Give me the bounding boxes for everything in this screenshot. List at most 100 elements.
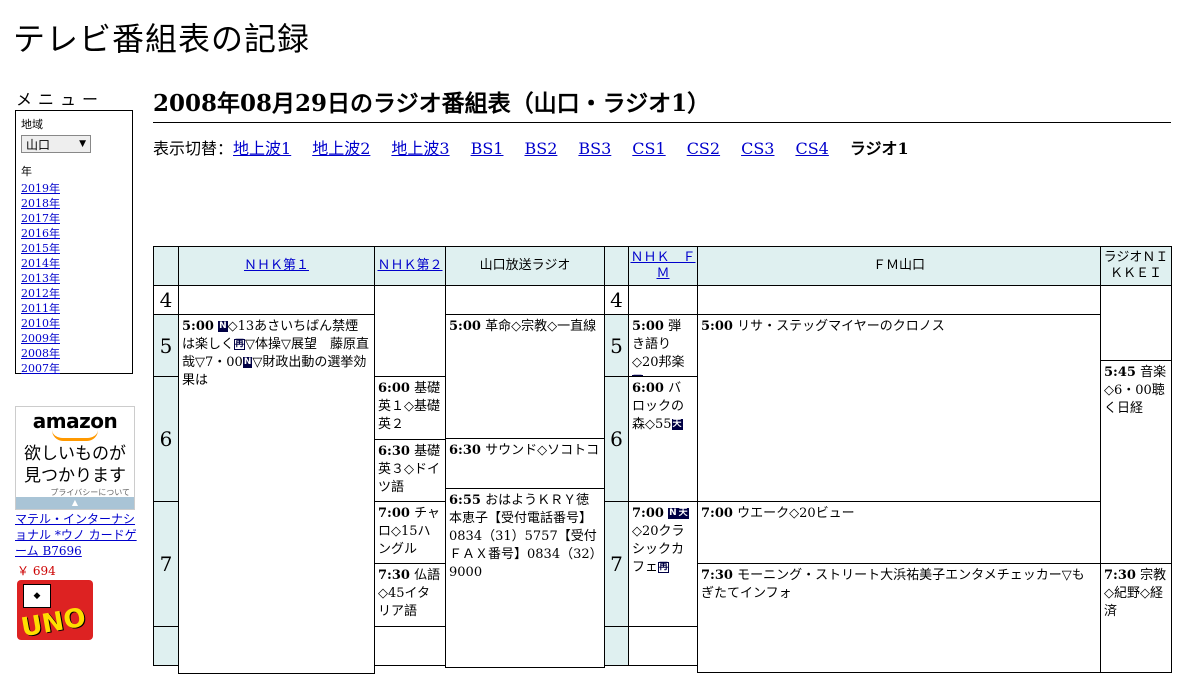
- year-link-2015[interactable]: 2015年: [21, 242, 60, 255]
- station-header-fmy: ＦＭ山口: [697, 246, 1101, 286]
- year-link-2013[interactable]: 2013年: [21, 272, 60, 285]
- program-time: 5:00: [449, 319, 481, 334]
- switch-link-terrestrial3[interactable]: 地上波3: [391, 139, 449, 158]
- program-cell[interactable]: 5:00 革命◇宗教◇一直線: [445, 314, 605, 439]
- ad-collapse-bar[interactable]: ▲: [16, 497, 134, 509]
- program-time: 5:00: [632, 319, 664, 334]
- menu-box: 地域 山口 ▼ 年 2019年 2018年 2017年 2016年 2015年 …: [15, 110, 133, 376]
- program-cell[interactable]: 6:00 基礎英１◇基礎英２: [374, 376, 446, 440]
- stereo-icon: 天: [671, 419, 683, 430]
- program-cell[interactable]: 6:55 おはようＫＲＹ徳本恵子【受付電話番号】0834（31）5757【受付Ｆ…: [445, 488, 605, 668]
- uno-logo: UNO: [18, 602, 89, 640]
- page-heading: 2008年08月29日のラジオ番組表（山口・ラジオ1）: [153, 84, 1171, 123]
- amazon-ad-banner[interactable]: amazon 欲しいものが 見つかります プライバシーについて ▲: [15, 406, 135, 510]
- switch-current: ラジオ1: [849, 139, 909, 158]
- switch-link-terrestrial2[interactable]: 地上波2: [312, 139, 370, 158]
- station-link-nhkfm[interactable]: ＮＨＫ ＦＭ: [629, 250, 697, 282]
- hour-label: 4: [604, 285, 629, 315]
- program-time: 5:00: [182, 319, 214, 334]
- program-time: 6:30: [449, 443, 481, 458]
- year-link-2016[interactable]: 2016年: [21, 227, 60, 240]
- program-cell[interactable]: 7:00 N 天◇20クラシックカフェ再: [628, 501, 698, 627]
- ad-tagline-1: 欲しいものが: [24, 444, 126, 464]
- program-title: モーニング・ストリート大浜祐美子エンタメチェッカー▽もぎたてインフォ: [701, 568, 1085, 601]
- hour-label: 4: [153, 285, 179, 315]
- year-link-2012[interactable]: 2012年: [21, 287, 60, 300]
- station-link-nhk2[interactable]: ＮＨＫ第２: [377, 258, 442, 274]
- program-cell[interactable]: 5:00 弾き語り◇20邦楽再: [628, 314, 698, 377]
- year-link-2017[interactable]: 2017年: [21, 212, 60, 225]
- year-link-2018[interactable]: 2018年: [21, 197, 60, 210]
- region-select[interactable]: 山口 ▼: [21, 135, 91, 153]
- schedule-grid: ＮＨＫ第１ ＮＨＫ第２ 山口放送ラジオ ＮＨＫ ＦＭ ＦＭ山口 ラジオＮＩＫＫＥ…: [153, 246, 1172, 674]
- product-image[interactable]: ◆ UNO: [17, 580, 93, 640]
- stereo-icon: 天: [677, 508, 689, 519]
- hour-label: [153, 626, 179, 666]
- switcher-label: 表示切替：: [153, 139, 234, 158]
- product-title: マテル・インターナショナル *ウノ カードゲーム B7696: [15, 512, 137, 558]
- year-link-2014[interactable]: 2014年: [21, 257, 60, 270]
- news-icon: N: [668, 508, 678, 519]
- chevron-down-icon: ▼: [79, 139, 86, 149]
- program-cell[interactable]: 5:45 音楽◇6・00聴く日経: [1100, 360, 1172, 564]
- program-cell[interactable]: 5:00 リサ・ステッグマイヤーのクロノス: [697, 314, 1101, 502]
- station-header-nikkei: ラジオＮＩＫＫＥＩ: [1100, 246, 1172, 286]
- program-time: 6:30: [378, 444, 410, 459]
- product-price: ￥ 694: [17, 564, 56, 578]
- program-cell[interactable]: 7:30 宗教◇紀野◇経済: [1100, 563, 1172, 673]
- program-cell[interactable]: 5:00 N◇13あさいちばん禁煙は楽しく再▽体操▽展望 藤原直哉▽7・00N▽…: [178, 314, 375, 674]
- switch-link-bs1[interactable]: BS1: [471, 139, 504, 158]
- program-cell[interactable]: 7:00 ウエーク◇20ビュー: [697, 501, 1101, 564]
- station-header-nhkfm: ＮＨＫ ＦＭ: [628, 246, 698, 286]
- chevron-up-icon: ▲: [71, 498, 79, 507]
- product-link[interactable]: マテル・インターナショナル *ウノ カードゲーム B7696: [15, 511, 139, 559]
- rebroadcast-icon: 再: [658, 562, 670, 573]
- switch-link-cs3[interactable]: CS3: [741, 139, 774, 158]
- program-empty: [374, 285, 446, 377]
- switch-link-terrestrial1[interactable]: 地上波1: [233, 139, 291, 158]
- program-cell[interactable]: 6:30 基礎英３◇ドイツ語: [374, 439, 446, 502]
- station-link-nhk1[interactable]: ＮＨＫ第１: [244, 258, 309, 274]
- year-link-2019[interactable]: 2019年: [21, 182, 60, 195]
- switch-link-cs4[interactable]: CS4: [795, 139, 828, 158]
- program-empty: [445, 285, 605, 315]
- station-header-kry: 山口放送ラジオ: [445, 246, 605, 286]
- program-cell[interactable]: 7:00 チャロ◇15ハングル: [374, 501, 446, 564]
- program-time: 7:30: [701, 568, 733, 583]
- program-time: 7:30: [1104, 568, 1136, 583]
- station-header-nhk2: ＮＨＫ第２: [374, 246, 446, 286]
- switch-link-bs3[interactable]: BS3: [578, 139, 611, 158]
- program-time: 5:45: [1104, 365, 1136, 380]
- program-empty: [628, 285, 698, 315]
- hour-header-mid: [604, 246, 629, 286]
- program-title: 革命◇宗教◇一直線: [485, 319, 597, 334]
- menu-title: メニュー: [16, 90, 105, 109]
- switch-link-cs2[interactable]: CS2: [687, 139, 720, 158]
- hour-label: 6: [153, 376, 179, 502]
- region-select-value: 山口: [26, 137, 51, 152]
- program-empty: [697, 285, 1101, 315]
- program-cell[interactable]: 7:30 モーニング・ストリート大浜祐美子エンタメチェッカー▽もぎたてインフォ: [697, 563, 1101, 673]
- amazon-logo: amazon: [32, 409, 118, 433]
- year-link-2011[interactable]: 2011年: [21, 302, 60, 315]
- switch-link-cs1[interactable]: CS1: [632, 139, 665, 158]
- program-cell[interactable]: 6:30 サウンド◇ソコトコ: [445, 438, 605, 489]
- mattel-logo-icon: ◆: [23, 584, 51, 608]
- year-list: 2019年 2018年 2017年 2016年 2015年 2014年 2013…: [21, 181, 127, 376]
- hour-label: 5: [153, 314, 179, 377]
- ad-tagline-2: 見つかります: [24, 466, 126, 486]
- program-cell[interactable]: 7:30 仏語◇45イタリア語: [374, 563, 446, 627]
- program-cell[interactable]: 6:00 バロックの森◇55天: [628, 376, 698, 502]
- year-link-2008[interactable]: 2008年: [21, 347, 60, 360]
- switch-link-bs2[interactable]: BS2: [524, 139, 557, 158]
- channel-switcher: 表示切替：地上波1 地上波2 地上波3 BS1 BS2 BS3 CS1 CS2 CS3 CS4 ラジ…: [153, 135, 909, 159]
- year-link-2007[interactable]: 2007年: [21, 362, 60, 375]
- year-link-2009[interactable]: 2009年: [21, 332, 60, 345]
- station-header-nhk1: ＮＨＫ第１: [178, 246, 375, 286]
- program-empty: [178, 285, 375, 315]
- program-empty: [628, 626, 698, 666]
- program-time: 7:00: [632, 506, 664, 521]
- hour-label: 7: [153, 501, 179, 627]
- year-link-2010[interactable]: 2010年: [21, 317, 60, 330]
- news-icon: N: [242, 357, 253, 368]
